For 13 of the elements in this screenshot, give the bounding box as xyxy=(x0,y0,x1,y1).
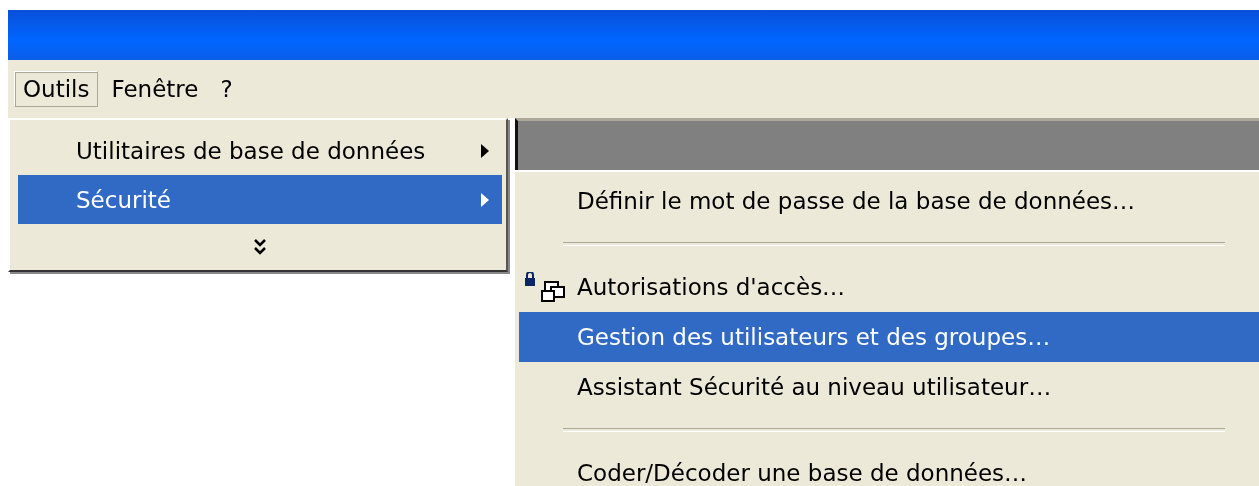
menu-item[interactable]: Assistant Sécurité au niveau utilisateur… xyxy=(519,362,1259,412)
menu-item[interactable]: Autorisations d'accès… xyxy=(519,262,1259,312)
menu-item[interactable]: Gestion des utilisateurs et des groupes… xyxy=(519,312,1259,362)
menu-item[interactable]: Coder/Décoder une base de données… xyxy=(519,448,1259,486)
menu-bar-item[interactable]: Outils xyxy=(14,71,99,107)
menu-bar-item[interactable]: ? xyxy=(211,71,242,107)
submenu-arrow-icon xyxy=(480,142,490,159)
menu-item[interactable]: Utilitaires de base de données xyxy=(18,126,502,175)
submenu-arrow-icon xyxy=(480,191,490,208)
expand-chevron-icon[interactable] xyxy=(252,238,268,256)
menu-item[interactable]: Définir le mot de passe de la base de données… xyxy=(519,176,1259,226)
menu-bar-item[interactable]: Fenêtre xyxy=(102,71,208,107)
menu-item[interactable]: Sécurité xyxy=(18,175,502,224)
